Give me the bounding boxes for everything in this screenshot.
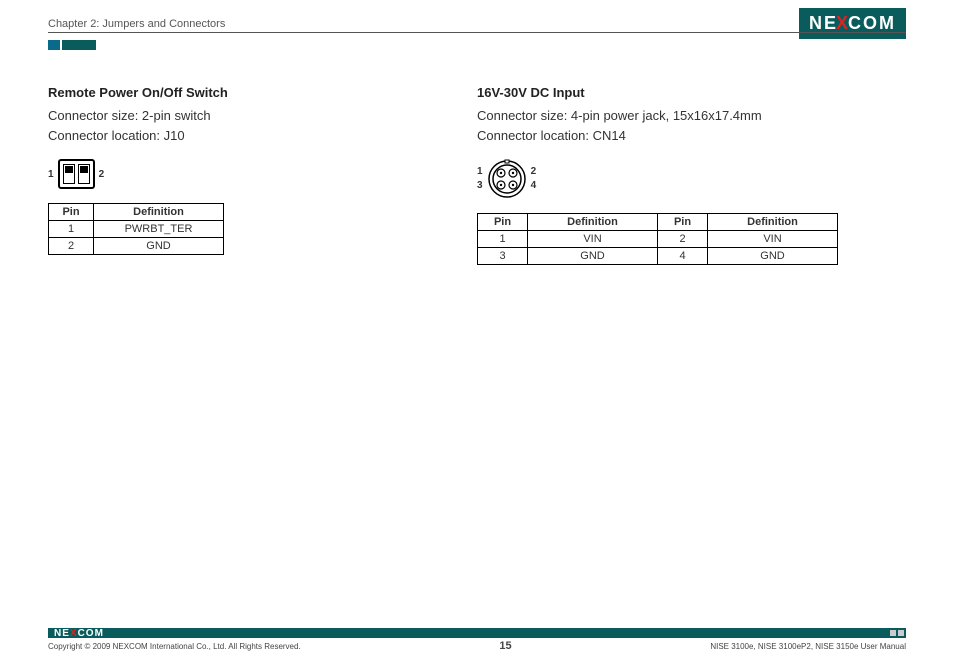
brand-logo: NEXCOM [799,8,906,39]
footer-manual: NISE 3100e, NISE 3100eP2, NISE 3150e Use… [710,642,906,651]
switch-icon [58,159,95,189]
cell-def: GND [528,248,658,265]
cell-pin: 2 [658,231,708,248]
left-description: Connector size: 2-pin switch Connector l… [48,106,477,145]
right-description: Connector size: 4-pin power jack, 15x16x… [477,106,906,145]
left-pin-table: Pin Definition 1 PWRBT_TER 2 GND [48,203,224,255]
brand-post: COM [848,13,896,34]
cell-pin: 2 [49,238,94,255]
cell-def: GND [708,248,838,265]
jack-label-2: 2 [531,165,537,179]
brand-pre: NE [809,13,838,34]
footer-bar: NEXCOM [48,628,906,638]
switch-pin-1-label: 1 [48,169,54,180]
table-row: 1 VIN 2 VIN [478,231,838,248]
chapter-title: Chapter 2: Jumpers and Connectors [48,18,225,30]
switch-pin-2-label: 2 [99,169,105,180]
table-row: 2 GND [49,238,224,255]
content-area: Remote Power On/Off Switch Connector siz… [48,85,906,265]
left-line1: Connector size: 2-pin switch [48,106,477,126]
th-pin: Pin [658,214,708,231]
th-def: Definition [528,214,658,231]
jack-labels-left: 1 3 [477,165,483,193]
footer-row: Copyright © 2009 NEXCOM International Co… [48,640,906,652]
jack-diagram: 1 3 2 4 [477,159,906,199]
jack-label-1: 1 [477,165,483,179]
left-line2: Connector location: J10 [48,126,477,146]
cell-pin: 1 [49,221,94,238]
jack-labels-right: 2 4 [531,165,537,193]
cell-def: VIN [708,231,838,248]
footer-copyright: Copyright © 2009 NEXCOM International Co… [48,642,301,651]
power-jack-icon [487,159,527,199]
right-line2: Connector location: CN14 [477,126,906,146]
footer-squares-icon [890,630,906,636]
table-row: 3 GND 4 GND [478,248,838,265]
cell-def: VIN [528,231,658,248]
left-column: Remote Power On/Off Switch Connector siz… [48,85,477,265]
right-column: 16V-30V DC Input Connector size: 4-pin p… [477,85,906,265]
right-line1: Connector size: 4-pin power jack, 15x16x… [477,106,906,126]
header-rule [48,32,906,33]
left-heading: Remote Power On/Off Switch [48,85,477,100]
th-def: Definition [94,204,224,221]
page-header: Chapter 2: Jumpers and Connectors NEXCOM [0,0,954,39]
cell-pin: 1 [478,231,528,248]
page-footer: NEXCOM Copyright © 2009 NEXCOM Internati… [48,628,906,652]
cell-pin: 3 [478,248,528,265]
header-accent [48,40,96,50]
brand-x: X [70,628,78,639]
brand-pre: NE [54,628,70,639]
brand-post: COM [78,628,104,639]
cell-def: PWRBT_TER [94,221,224,238]
right-heading: 16V-30V DC Input [477,85,906,100]
cell-pin: 4 [658,248,708,265]
jack-label-3: 3 [477,179,483,193]
cell-def: GND [94,238,224,255]
page-number: 15 [499,640,511,652]
th-pin: Pin [478,214,528,231]
jack-label-4: 4 [531,179,537,193]
right-pin-table: Pin Definition Pin Definition 1 VIN 2 VI… [477,213,838,265]
th-pin: Pin [49,204,94,221]
footer-logo: NEXCOM [50,628,104,639]
th-def: Definition [708,214,838,231]
table-row: 1 PWRBT_TER [49,221,224,238]
switch-diagram: 1 2 [48,159,477,189]
